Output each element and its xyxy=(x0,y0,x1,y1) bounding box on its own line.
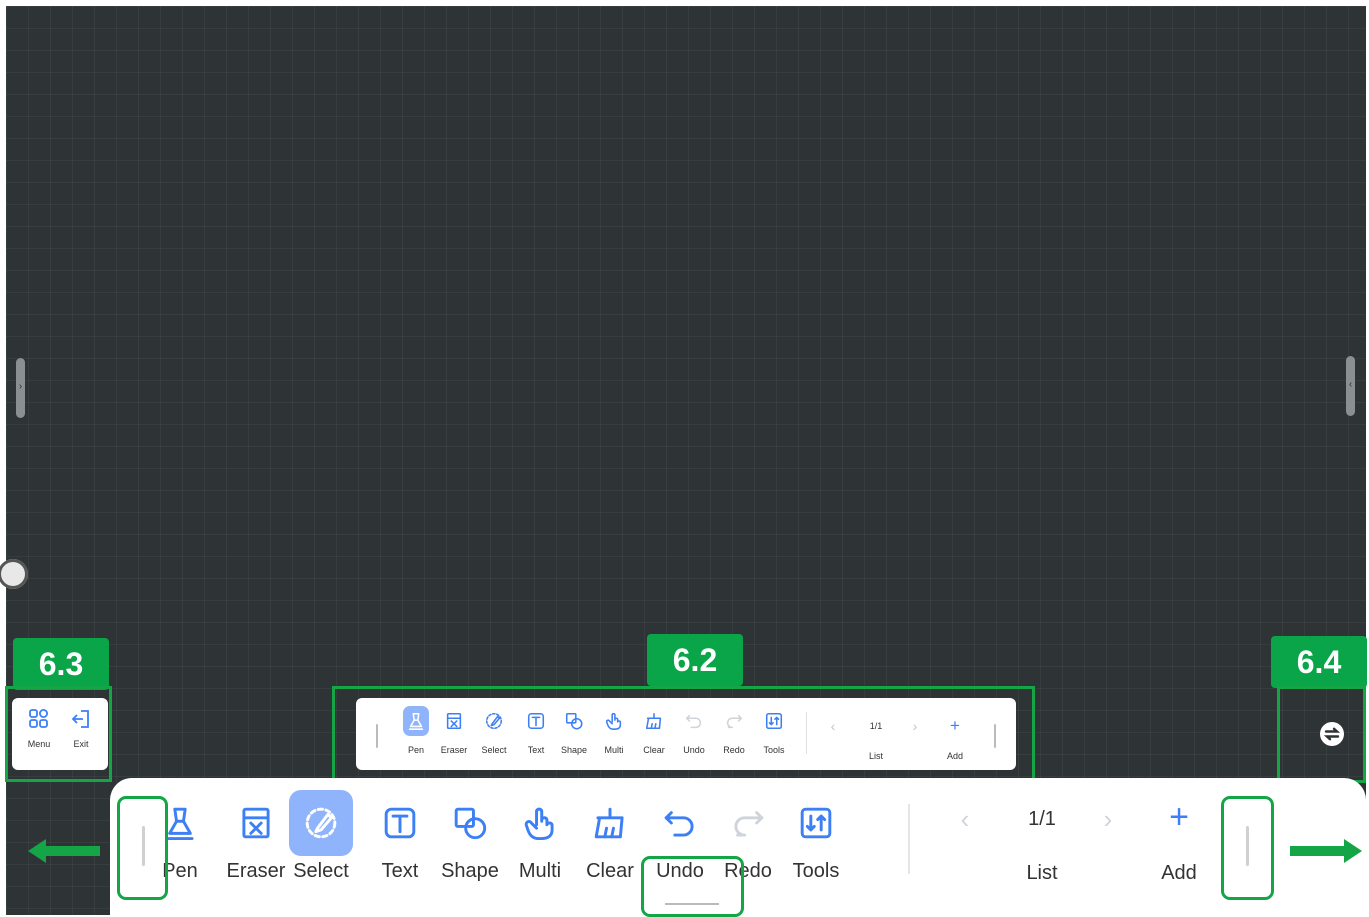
tool-shape-button[interactable]: Shape xyxy=(433,790,507,886)
callout-center: 6.2 xyxy=(647,634,743,686)
highlight-box-right xyxy=(1277,686,1366,783)
tool-multi-label: Multi xyxy=(518,860,562,882)
highlight-bottom-grip xyxy=(641,856,744,917)
arrow-left-icon xyxy=(28,839,100,863)
main-toolbar-bottom-grip[interactable] xyxy=(665,903,719,905)
page-indicator: 1/1 xyxy=(1028,808,1056,830)
tool-text-label: Text xyxy=(381,860,419,882)
eraser-icon xyxy=(242,807,270,839)
right-edge-handle[interactable]: ‹ xyxy=(1346,356,1355,416)
floating-ball-button[interactable] xyxy=(0,559,28,589)
redo-icon xyxy=(734,811,764,837)
left-edge-handle[interactable]: › xyxy=(16,358,25,418)
tool-eraser-label: Eraser xyxy=(226,860,286,882)
tools-icon xyxy=(800,807,832,839)
tool-shape-label: Shape xyxy=(441,860,499,882)
add-page-button[interactable]: + Add xyxy=(1150,798,1208,888)
main-toolbar-right-grip[interactable] xyxy=(1246,826,1249,866)
next-page-button[interactable]: › xyxy=(1093,804,1123,834)
callout-right: 6.4 xyxy=(1271,636,1367,688)
undo-icon xyxy=(664,811,694,837)
chevron-left-icon: ‹ xyxy=(1348,379,1353,390)
tool-text-button[interactable]: Text xyxy=(363,790,437,886)
plus-icon: + xyxy=(1169,798,1189,836)
shape-icon xyxy=(454,807,487,840)
tool-select-label: Select xyxy=(293,860,349,882)
highlight-box-center xyxy=(332,686,1035,782)
callout-left: 6.3 xyxy=(13,638,109,690)
tool-tools-label: Tools xyxy=(792,860,840,882)
tool-clear-label: Clear xyxy=(586,860,634,882)
select-icon xyxy=(305,807,337,839)
multi-touch-icon xyxy=(524,807,554,841)
arrow-right-icon xyxy=(1290,839,1362,863)
tool-eraser-button[interactable]: Eraser xyxy=(219,790,293,886)
chevron-right-icon: › xyxy=(18,381,23,392)
prev-page-button[interactable]: ‹ xyxy=(950,804,980,834)
highlight-box-left xyxy=(5,686,112,782)
main-toolbar-left-grip[interactable] xyxy=(142,826,145,866)
clear-icon xyxy=(594,807,624,839)
tool-tools-button[interactable]: Tools xyxy=(779,790,853,886)
text-icon xyxy=(384,807,416,839)
tool-clear-button[interactable]: Clear xyxy=(573,790,647,886)
tool-multi-button[interactable]: Multi xyxy=(503,790,577,886)
list-label: List xyxy=(1026,862,1058,884)
list-button[interactable]: 1/1 List xyxy=(1002,804,1082,888)
tool-select-button[interactable]: Select xyxy=(284,790,358,886)
add-label: Add xyxy=(1161,862,1197,884)
